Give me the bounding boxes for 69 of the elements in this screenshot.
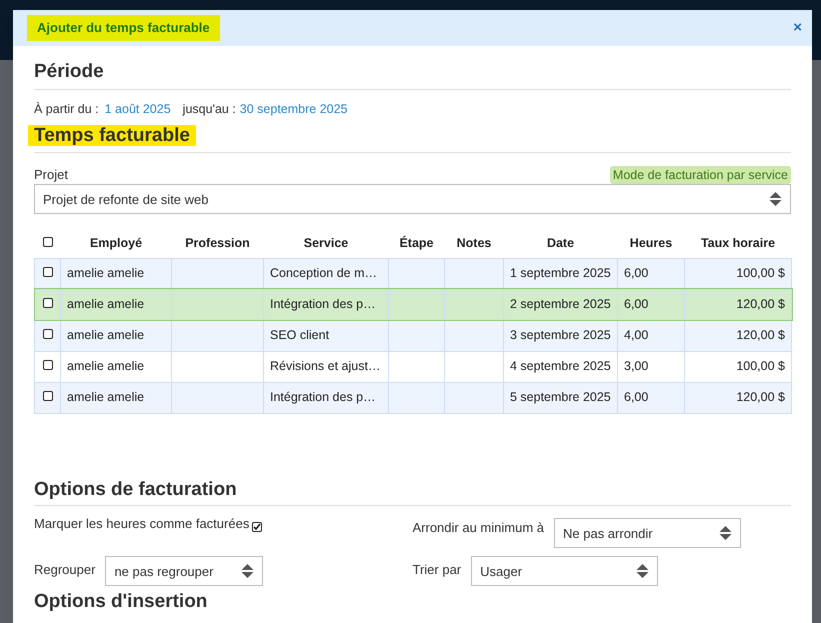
table-cell: amelie amelie xyxy=(67,328,144,342)
table-cell: 6,00 xyxy=(624,266,648,280)
dialog-title: Ajouter du temps facturable xyxy=(27,15,220,41)
column-header: Profession xyxy=(172,228,264,258)
checkbox[interactable] xyxy=(42,329,52,340)
group-label: Regrouper xyxy=(34,561,96,580)
table-cell: amelie amelie xyxy=(67,297,144,312)
up-down-arrows-icon xyxy=(636,563,650,580)
checkbox[interactable] xyxy=(42,298,52,308)
table-cell: Intégration des p… xyxy=(270,390,376,404)
table-cell: Conception de m… xyxy=(270,266,378,280)
checkbox[interactable] xyxy=(42,360,52,370)
sort-label: Trier par xyxy=(412,561,462,580)
table-cell: 6,00 xyxy=(624,390,648,404)
select-field[interactable]: ne pas regrouper xyxy=(105,556,264,586)
billing-mode-badge: Mode de facturation par service xyxy=(610,166,791,184)
table-row[interactable]: amelie amelie SEO client 3 septembre 2025 4,00 120,00 $ xyxy=(34,320,792,352)
mark-billed-label: Marquer les heures comme facturées xyxy=(34,515,250,534)
to-label: jusqu'au : xyxy=(182,100,236,118)
project-label: Projet xyxy=(34,166,68,184)
table-cell: 6,00 xyxy=(624,297,648,312)
column-header: Service xyxy=(264,228,388,258)
table-cell: amelie amelie xyxy=(67,266,144,280)
section-heading: Options d'insertion xyxy=(34,591,208,612)
column-header: Heures xyxy=(618,228,684,258)
up-down-arrows-icon xyxy=(719,525,732,542)
table-cell: 4 septembre 2025 xyxy=(510,359,611,374)
table-cell: 5 septembre 2025 xyxy=(510,390,611,404)
up-down-arrows-icon xyxy=(241,563,254,580)
checkbox[interactable] xyxy=(42,236,52,247)
checkbox[interactable] xyxy=(42,391,52,402)
select-field[interactable]: Projet de refonte de site web xyxy=(34,184,791,214)
table-cell: Révisions et ajust… xyxy=(270,359,380,374)
from-label: À partir du : xyxy=(34,100,99,118)
table-cell: 100,00 $ xyxy=(736,266,785,280)
table-row[interactable]: amelie amelie Intégration des p… 5 septembre 2025 6,00 120,00 $ xyxy=(34,382,792,414)
table-cell: Intégration des p… xyxy=(270,297,376,312)
table-row[interactable]: amelie amelie Révisions et ajust… 4 septembre 2025 3,00 100,00 $ xyxy=(34,351,792,382)
table-cell: amelie amelie xyxy=(67,359,144,374)
table-cell: 3,00 xyxy=(624,359,648,374)
table-cell: 120,00 $ xyxy=(736,297,785,312)
column-header: Étape xyxy=(388,228,444,258)
select-field[interactable]: Usager xyxy=(471,556,658,586)
round-label: Arrondir au minimum à xyxy=(412,519,544,538)
to-date-link[interactable]: 30 septembre 2025 xyxy=(240,100,348,118)
table-row[interactable]: amelie amelie Conception de m… 1 septembre 2025 6,00 100,00 $ xyxy=(34,258,792,290)
section-heading: Période xyxy=(34,61,104,82)
table-cell: 2 septembre 2025 xyxy=(510,297,611,312)
table-cell: 1 septembre 2025 xyxy=(510,266,611,280)
checkbox[interactable] xyxy=(42,267,52,278)
table-cell: 100,00 $ xyxy=(736,359,785,374)
column-header: Date xyxy=(504,228,618,258)
table-row[interactable]: amelie amelie Intégration des p… 2 septembre 2025 6,00 120,00 $ xyxy=(34,289,792,320)
table-cell: amelie amelie xyxy=(67,390,144,404)
checkbox[interactable] xyxy=(252,522,262,532)
up-down-arrows-icon xyxy=(769,191,782,208)
table-cell: 3 septembre 2025 xyxy=(510,328,611,342)
column-header: Employé xyxy=(60,228,172,258)
select-field[interactable]: Ne pas arrondir xyxy=(554,518,741,548)
table-cell: 4,00 xyxy=(624,328,648,342)
table-cell: SEO client xyxy=(270,328,330,342)
column-header: Taux horaire xyxy=(684,228,792,258)
table-cell: 120,00 $ xyxy=(736,328,785,342)
section-heading: Options de facturation xyxy=(34,478,237,500)
section-heading: Temps facturable xyxy=(28,125,196,146)
column-header: Notes xyxy=(444,228,504,258)
close-button[interactable]: × xyxy=(793,16,802,40)
table-cell: 120,00 $ xyxy=(736,390,785,404)
from-date-link[interactable]: 1 août 2025 xyxy=(104,100,171,118)
